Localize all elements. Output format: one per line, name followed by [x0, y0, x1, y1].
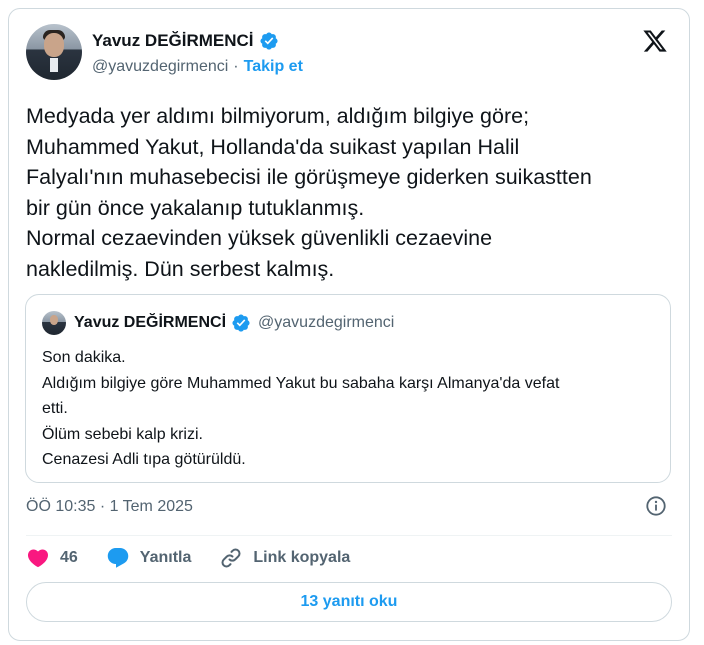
like-count: 46	[60, 549, 78, 566]
author-handle[interactable]: @yavuzdegirmenci	[92, 58, 228, 76]
author-avatar[interactable]	[26, 24, 82, 80]
info-icon[interactable]	[645, 495, 667, 517]
author-name[interactable]: Yavuz DEĞİRMENCİ	[92, 31, 254, 51]
reply-bubble-icon	[107, 548, 129, 568]
like-button[interactable]: 46	[26, 546, 78, 570]
author-name-row: Yavuz DEĞİRMENCİ	[92, 31, 279, 51]
heart-icon	[27, 549, 49, 568]
tweet-card: Yavuz DEĞİRMENCİ @yavuzdegirmenci · Taki…	[8, 8, 690, 641]
link-icon	[221, 548, 241, 568]
author-handle-row: @yavuzdegirmenci · Takip et	[92, 58, 303, 76]
separator-dot: ·	[233, 58, 239, 75]
x-logo-icon[interactable]	[641, 28, 669, 54]
action-bar: 46 Yanıtla Link kopyala	[26, 545, 378, 571]
tweet-text: Medyada yer aldımı bilmiyorum, aldığım b…	[26, 104, 592, 281]
tweet-timestamp[interactable]: ÖÖ 10:35 · 1 Tem 2025	[26, 498, 193, 516]
quoted-tweet[interactable]: Yavuz DEĞİRMENCİ @yavuzdegirmenci Son da…	[25, 294, 671, 483]
quoted-tweet-text: Son dakika. Aldığım bilgiye göre Muhamme…	[42, 349, 560, 468]
copy-link-button[interactable]: Link kopyala	[219, 546, 350, 570]
reply-button[interactable]: Yanıtla	[106, 546, 192, 570]
reply-label: Yanıtla	[139, 549, 192, 566]
follow-button[interactable]: Takip et	[244, 58, 303, 76]
quoted-author-name: Yavuz DEĞİRMENCİ	[74, 314, 227, 331]
quoted-author-avatar	[42, 311, 66, 335]
read-replies-button[interactable]: 13 yanıtı oku	[26, 582, 672, 622]
divider	[26, 535, 672, 536]
verified-badge-icon	[232, 314, 250, 332]
quoted-author-handle: @yavuzdegirmenci	[258, 314, 395, 331]
quoted-author-row: Yavuz DEĞİRMENCİ @yavuzdegirmenci	[74, 313, 394, 333]
copy-link-label: Link kopyala	[253, 549, 351, 566]
verified-badge-icon	[260, 32, 278, 50]
